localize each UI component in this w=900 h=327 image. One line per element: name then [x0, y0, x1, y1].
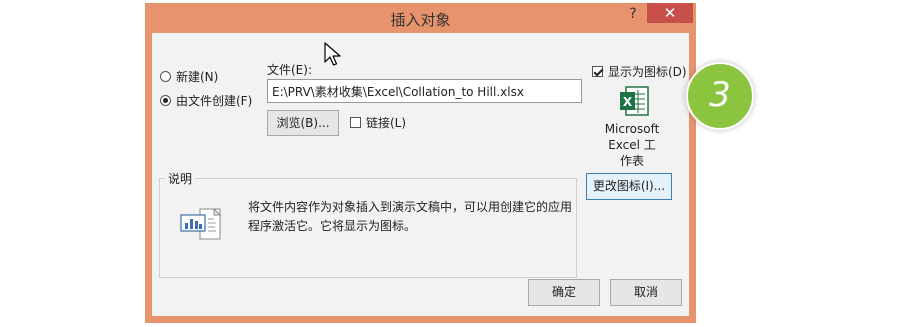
description-text-line1: 将文件内容作为对象插入到演示文稿中，可以用创建它的应用: [248, 200, 573, 214]
change-icon-button[interactable]: 更改图标(I)...: [586, 173, 672, 200]
display-as-icon-label: 显示为图标(D): [608, 65, 687, 79]
help-button[interactable]: ?: [623, 5, 643, 23]
svg-text:X: X: [623, 95, 633, 109]
dialog-body: 新建(N) 由文件创建(F) 文件(E): E:\PRV\素材收集\Excel\…: [152, 33, 689, 316]
excel-file-icon: X: [618, 85, 650, 117]
file-path-input[interactable]: E:\PRV\素材收集\Excel\Collation_to Hill.xlsx: [267, 79, 582, 103]
title-bar: 插入对象 ? ✕: [145, 3, 696, 33]
description-text-line2: 程序激活它。它将显示为图标。: [248, 219, 417, 233]
mouse-cursor-icon: [324, 42, 342, 71]
step-number-badge: 3: [686, 62, 754, 130]
file-label: 文件(E):: [267, 63, 312, 77]
insert-object-dialog: 插入对象 ? ✕ 新建(N) 由文件创建(F) 文件(E): E:\PRV\素材…: [145, 3, 696, 323]
radio-create-from-file-circle[interactable]: [160, 95, 171, 106]
link-checkbox-row[interactable]: 链接(L): [350, 114, 406, 131]
icon-caption-line1: Microsoft: [604, 122, 660, 136]
embedded-object-icon: [178, 205, 226, 245]
description-legend: 说明: [165, 170, 196, 187]
description-group: 说明 将文件内容作为对象插入到演示文稿中，可以用创建它的应用 程序激活它。它将显…: [159, 170, 578, 278]
radio-create-new[interactable]: 新建(N): [160, 68, 218, 85]
link-label: 链接(L): [366, 116, 407, 130]
display-as-icon-checkbox[interactable]: [592, 66, 603, 77]
icon-caption-line3: 作表: [619, 154, 644, 168]
radio-create-from-file-label: 由文件创建(F): [176, 94, 253, 108]
display-as-icon-row[interactable]: 显示为图标(D): [592, 63, 687, 80]
cancel-button[interactable]: 取消: [610, 279, 682, 306]
link-checkbox[interactable]: [350, 117, 361, 128]
close-button[interactable]: ✕: [647, 3, 693, 23]
browse-button[interactable]: 浏览(B)...: [267, 110, 339, 136]
radio-create-new-circle[interactable]: [160, 71, 171, 82]
radio-create-from-file[interactable]: 由文件创建(F): [160, 92, 252, 109]
icon-caption: Microsoft Excel 工 作表: [582, 121, 682, 169]
dialog-title: 插入对象: [390, 11, 451, 29]
description-text: 将文件内容作为对象插入到演示文稿中，可以用创建它的应用 程序激活它。它将显示为图…: [248, 198, 578, 236]
ok-button[interactable]: 确定: [528, 279, 600, 306]
radio-create-new-label: 新建(N): [176, 70, 219, 84]
icon-caption-line2: Excel 工: [608, 138, 656, 152]
